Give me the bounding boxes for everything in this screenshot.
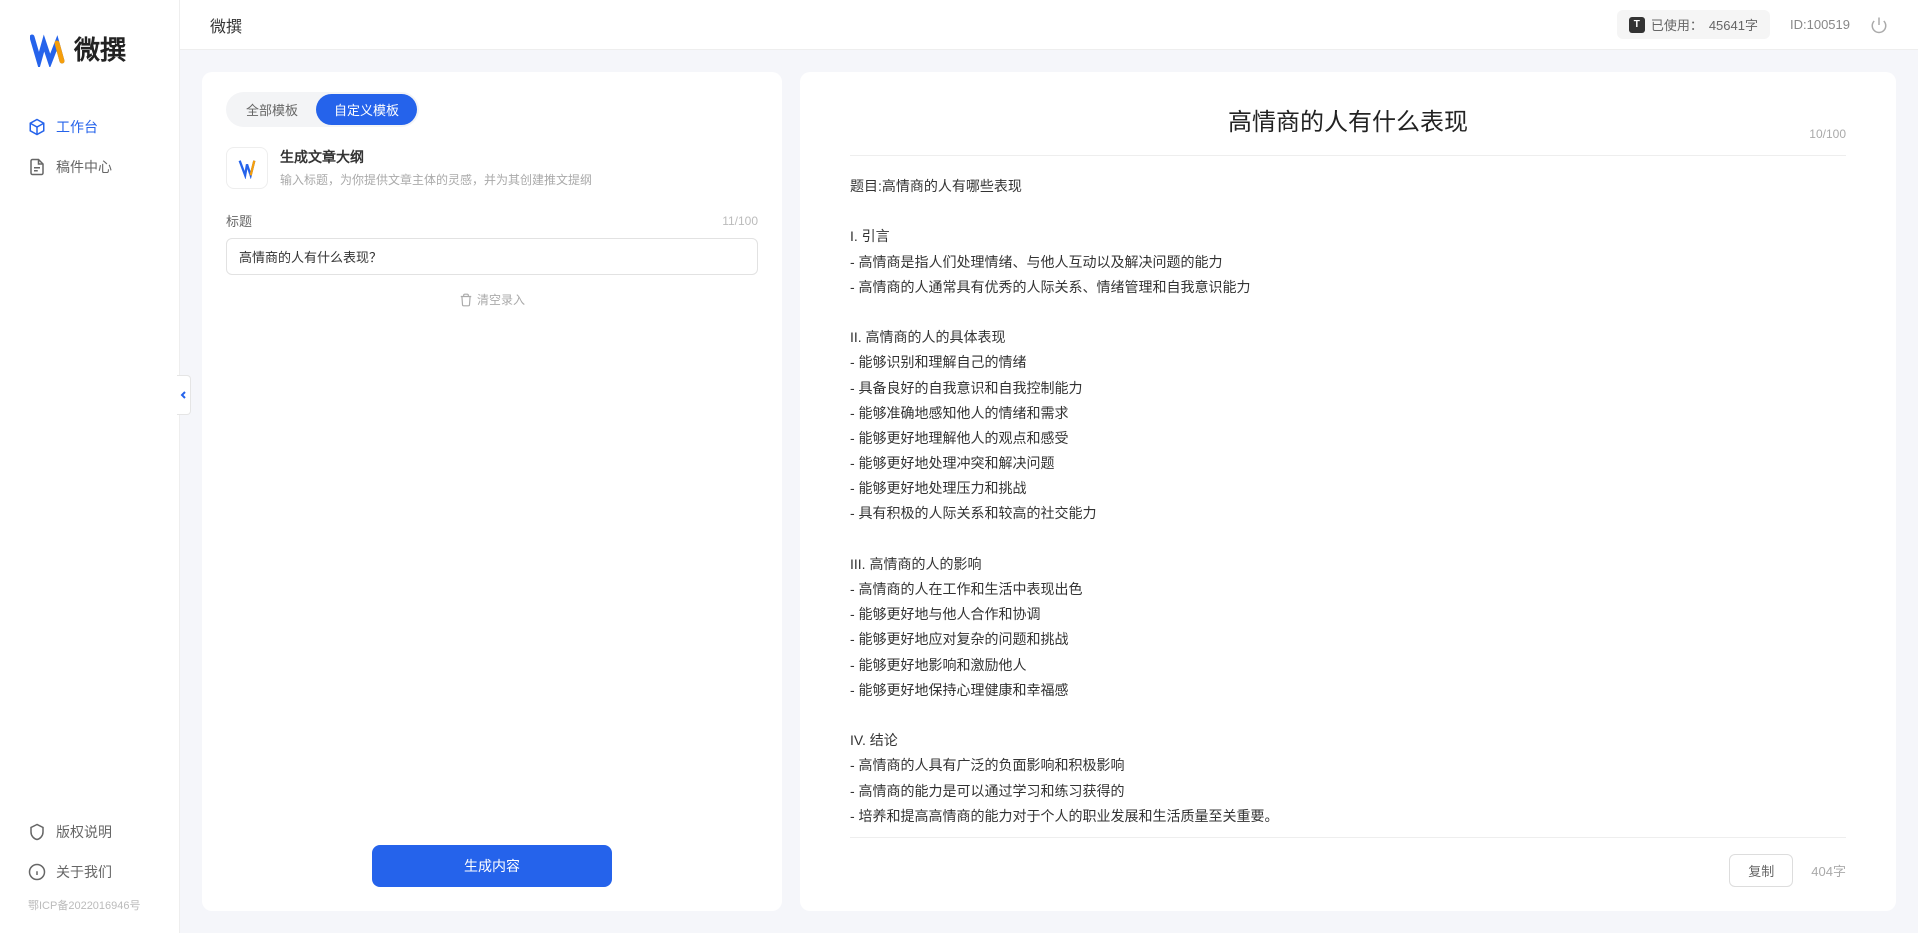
user-id: ID:100519 — [1790, 17, 1850, 32]
trash-icon — [459, 293, 473, 307]
template-desc: 输入标题，为你提供文章主体的灵感，并为其创建推文提纲 — [280, 171, 592, 188]
nav-main: 工作台 稿件中心 — [0, 87, 179, 812]
power-icon[interactable] — [1870, 16, 1888, 34]
nav-item-label: 版权说明 — [56, 822, 112, 842]
output-panel: 高情商的人有什么表现 10/100 题目:高情商的人有哪些表现 I. 引言 - … — [800, 72, 1896, 911]
sidebar: 微撰 工作台 稿件中心 版权说明 关于我们 鄂ICP备2022016946号 — [0, 0, 180, 933]
nav-item-manuscripts[interactable]: 稿件中心 — [0, 147, 179, 187]
usage-label: 已使用： — [1651, 15, 1703, 34]
shield-icon — [28, 823, 46, 841]
logo-text: 微撰 — [74, 30, 126, 67]
sidebar-collapse-handle[interactable] — [177, 375, 191, 415]
output-title-count: 10/100 — [1809, 127, 1846, 141]
tab-custom-templates[interactable]: 自定义模板 — [316, 94, 417, 125]
cube-icon — [28, 118, 46, 136]
title-label: 标题 — [226, 211, 252, 230]
template-icon — [226, 147, 268, 189]
content: 全部模板 自定义模板 生成文章大纲 输入标题，为你提供文章主体的灵感，并为其创建… — [180, 50, 1918, 933]
page-title: 微撰 — [210, 13, 242, 37]
title-count: 11/100 — [722, 214, 758, 228]
chevron-left-icon — [179, 390, 189, 400]
title-input[interactable] — [226, 238, 758, 275]
nav-item-copyright[interactable]: 版权说明 — [0, 812, 179, 852]
nav-item-label: 工作台 — [56, 117, 98, 137]
output-title: 高情商的人有什么表现 — [1228, 102, 1468, 137]
output-body[interactable]: 题目:高情商的人有哪些表现 I. 引言 - 高情商是指人们处理情绪、与他人互动以… — [850, 174, 1846, 827]
topbar: 微撰 T 已使用： 45641字 ID:100519 — [180, 0, 1918, 50]
clear-label: 清空录入 — [477, 291, 525, 308]
copy-button[interactable]: 复制 — [1729, 854, 1793, 887]
nav-item-label: 稿件中心 — [56, 157, 112, 177]
clear-input-button[interactable]: 清空录入 — [226, 291, 758, 308]
template-card: 生成文章大纲 输入标题，为你提供文章主体的灵感，并为其创建推文提纲 — [226, 147, 758, 189]
nav-item-label: 关于我们 — [56, 862, 112, 882]
usage-badge[interactable]: T 已使用： 45641字 — [1617, 10, 1770, 39]
text-icon: T — [1629, 17, 1645, 33]
document-icon — [28, 158, 46, 176]
nav-item-workspace[interactable]: 工作台 — [0, 107, 179, 147]
logo: 微撰 — [0, 0, 179, 87]
usage-value: 45641字 — [1709, 15, 1758, 34]
info-icon — [28, 863, 46, 881]
input-panel: 全部模板 自定义模板 生成文章大纲 输入标题，为你提供文章主体的灵感，并为其创建… — [202, 72, 782, 911]
template-name: 生成文章大纲 — [280, 147, 592, 167]
generate-button[interactable]: 生成内容 — [372, 845, 612, 887]
tab-all-templates[interactable]: 全部模板 — [228, 94, 316, 125]
template-tabs: 全部模板 自定义模板 — [226, 92, 419, 127]
logo-mark-icon — [30, 31, 66, 67]
main: 微撰 T 已使用： 45641字 ID:100519 全部模板 自定义模板 — [180, 0, 1918, 933]
sidebar-bottom: 版权说明 关于我们 鄂ICP备2022016946号 — [0, 812, 179, 933]
icp-footer[interactable]: 鄂ICP备2022016946号 — [0, 892, 179, 918]
output-char-count: 404字 — [1811, 861, 1846, 880]
nav-item-about[interactable]: 关于我们 — [0, 852, 179, 892]
